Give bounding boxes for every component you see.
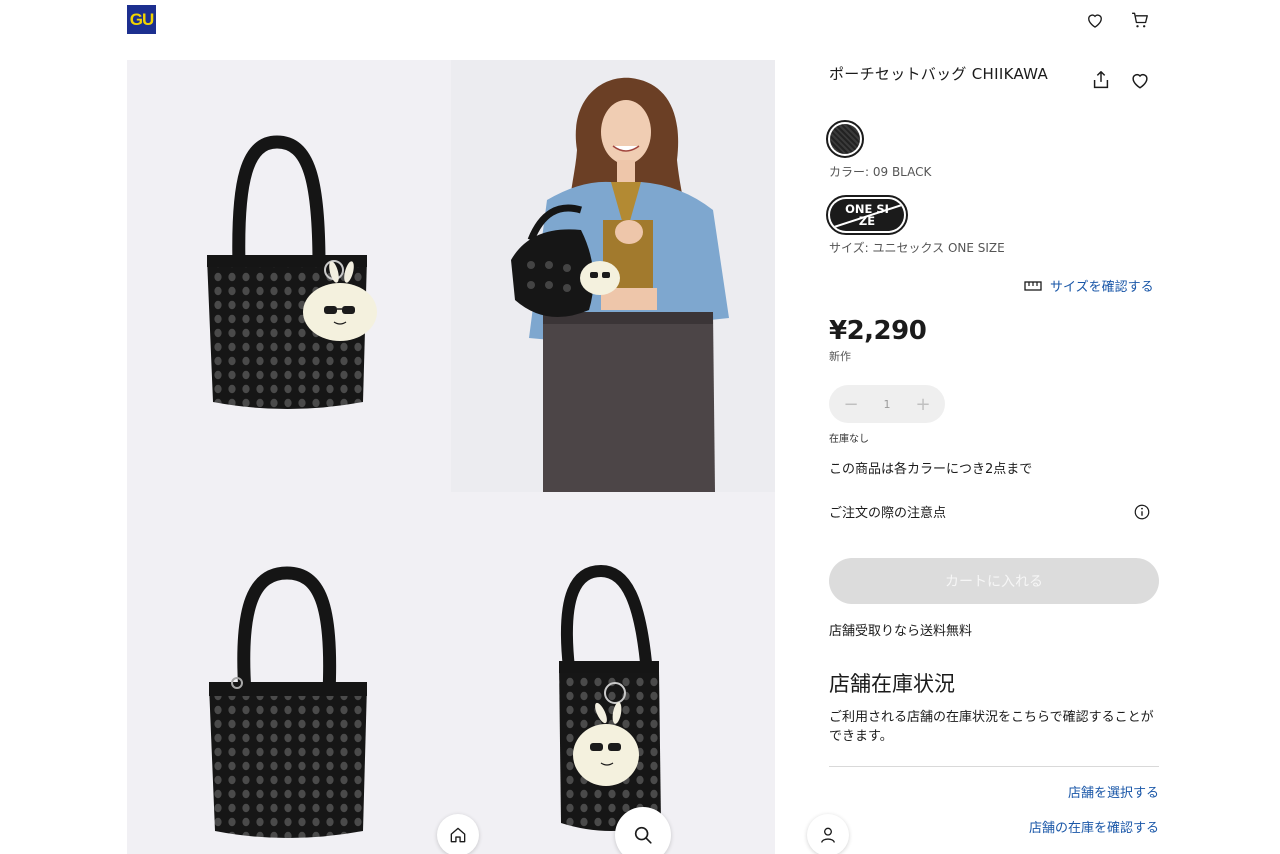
product-image-side[interactable] — [451, 493, 775, 854]
product-price: ¥2,290 — [829, 316, 927, 346]
home-icon — [450, 827, 466, 843]
product-gallery — [127, 60, 775, 854]
size-chip-one-size[interactable]: ONE SIZE — [826, 195, 908, 235]
pickup-notice: 店舗受取りなら送料無料 — [829, 624, 973, 639]
store-stock-description: ご利用される店舗の在庫状況をこちらで確認することができます。 — [829, 710, 1154, 744]
new-badge: 新作 — [829, 350, 851, 363]
search-button[interactable] — [615, 807, 671, 854]
stock-status: 在庫なし — [829, 434, 869, 445]
store-stock-heading: 店舗在庫状況 — [829, 672, 955, 696]
heart-icon[interactable] — [1084, 9, 1106, 31]
info-icon[interactable] — [1133, 503, 1151, 521]
product-title: ポーチセットバッグ CHIIKAWA — [829, 65, 1049, 83]
cart-icon[interactable] — [1129, 9, 1151, 31]
product-image-back[interactable] — [127, 493, 450, 854]
product-image-front[interactable] — [127, 60, 450, 492]
user-icon — [821, 827, 835, 843]
account-button[interactable] — [807, 814, 849, 854]
size-check-link[interactable]: サイズを確認する — [1024, 276, 1154, 295]
size-label: サイズ: ユニセックス ONE SIZE — [829, 241, 1005, 255]
order-notes-label: ご注文の際の注意点 — [829, 506, 947, 521]
color-label: カラー: 09 BLACK — [829, 165, 932, 179]
home-button[interactable] — [437, 814, 479, 854]
quantity-stepper: − 1 + — [829, 385, 945, 423]
check-store-stock-link[interactable]: 店舗の在庫を確認する — [1029, 817, 1159, 836]
order-notes-row[interactable]: ご注文の際の注意点 — [829, 502, 1151, 521]
add-to-cart-button[interactable]: カートに入れる — [829, 558, 1159, 604]
swatch-fill — [830, 124, 860, 154]
increment-button[interactable]: + — [915, 394, 931, 415]
size-chip-inner: ONE SIZE — [830, 199, 904, 231]
site-header: GU — [0, 0, 1280, 44]
gu-logo[interactable]: GU — [127, 5, 156, 34]
size-check-label: サイズを確認する — [1050, 280, 1154, 295]
share-icon[interactable] — [1090, 69, 1112, 91]
decrement-button[interactable]: − — [843, 394, 859, 415]
select-store-link[interactable]: 店舗を選択する — [1068, 782, 1159, 801]
purchase-limit-notice: この商品は各カラーにつき2点まで — [829, 462, 1033, 477]
ruler-icon — [1024, 280, 1042, 291]
product-image-model[interactable] — [451, 60, 775, 492]
search-icon — [634, 826, 652, 844]
quantity-value: 1 — [883, 397, 891, 411]
divider — [829, 766, 1159, 767]
favorite-icon[interactable] — [1129, 69, 1151, 91]
color-swatch-black[interactable] — [826, 120, 864, 158]
